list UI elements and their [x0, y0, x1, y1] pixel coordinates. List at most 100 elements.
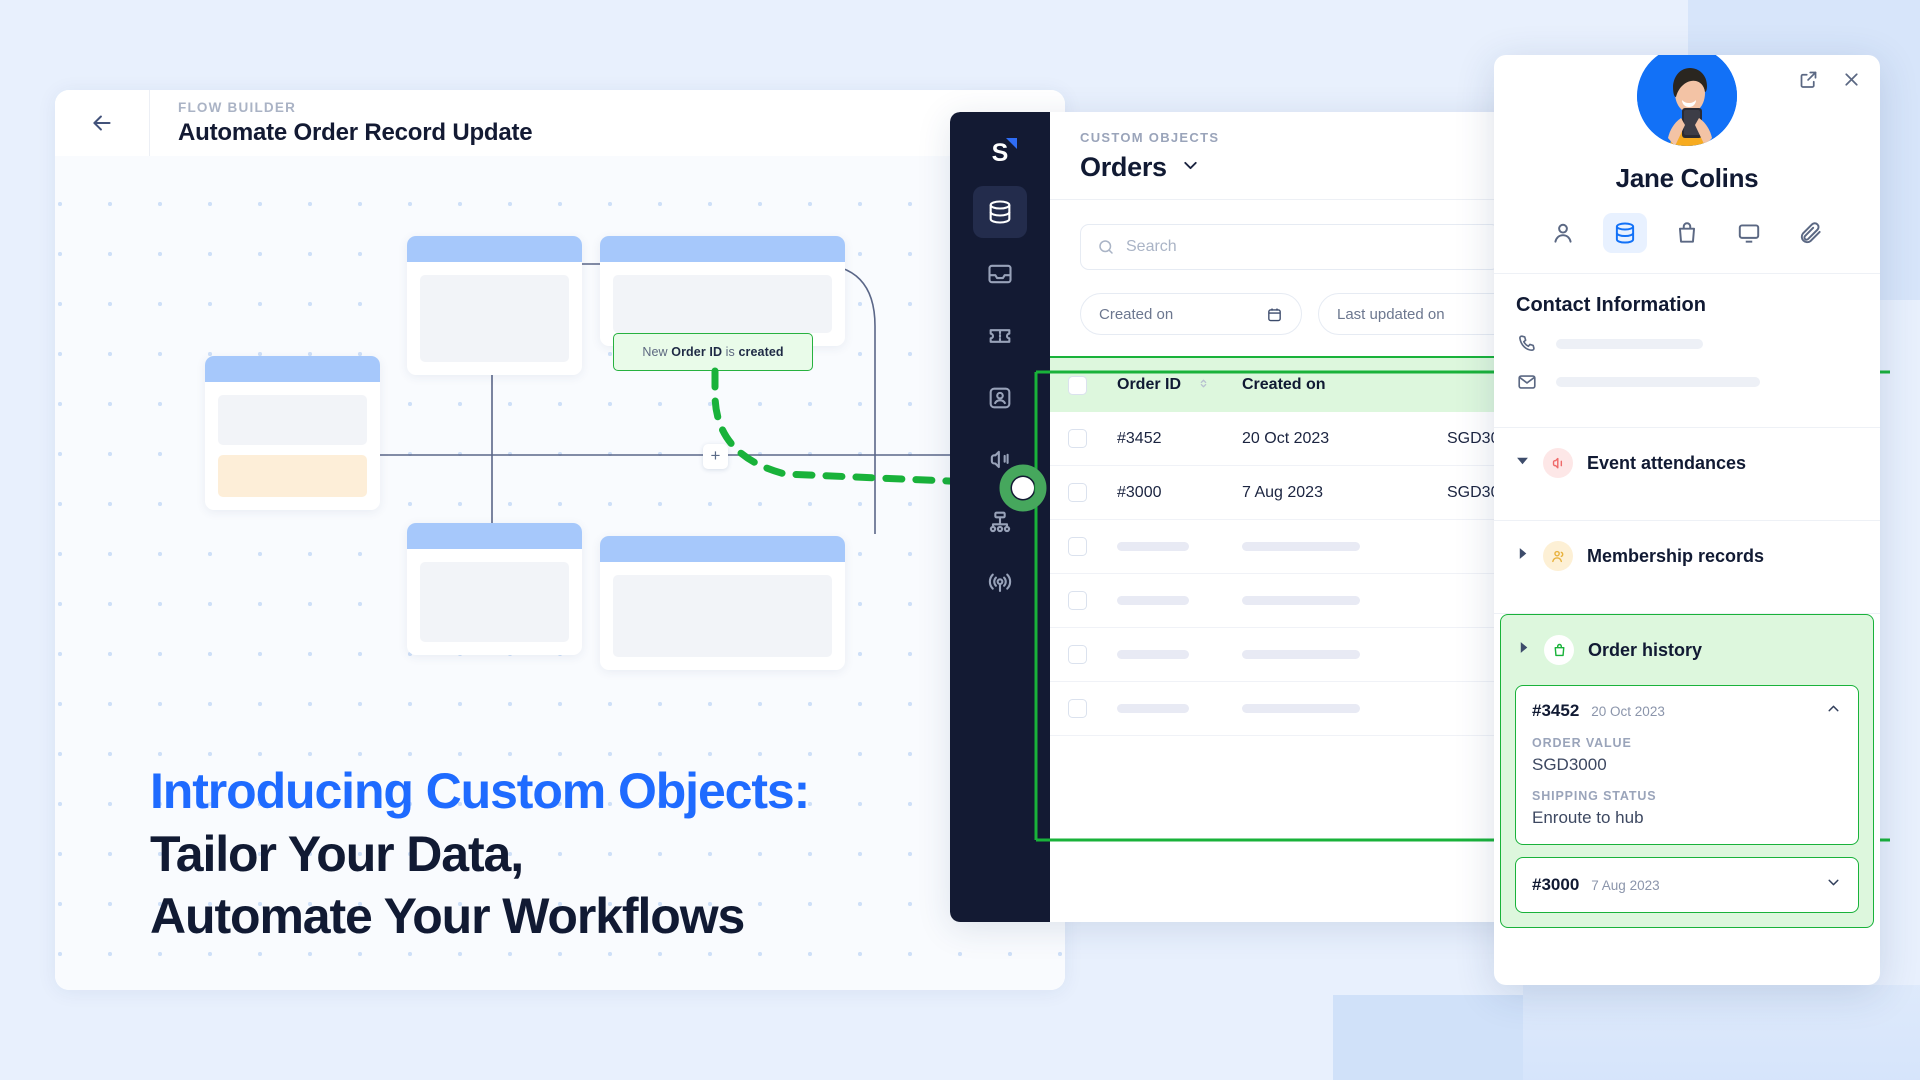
skeleton-bar: [1117, 542, 1189, 551]
email-value-placeholder: [1556, 377, 1760, 387]
contact-information-title: Contact Information: [1516, 294, 1706, 316]
contact-card-icon: [989, 387, 1011, 409]
tab-profile[interactable]: [1541, 213, 1585, 253]
accordion-order-history[interactable]: Order history: [1501, 615, 1873, 685]
chevron-down-icon[interactable]: [1180, 155, 1201, 181]
row-checkbox[interactable]: [1068, 591, 1087, 610]
accordion-label: Event attendances: [1587, 452, 1747, 473]
panel-tabs: [1494, 213, 1880, 274]
order-value-label: ORDER VALUE: [1532, 736, 1632, 750]
row-checkbox[interactable]: [1068, 483, 1087, 502]
sidebar-item-tickets[interactable]: [973, 310, 1027, 362]
contact-panel: Jane Colins Contact Information Event at…: [1494, 55, 1880, 985]
row-checkbox[interactable]: [1068, 699, 1087, 718]
expand-panel-button[interactable]: [1798, 69, 1819, 95]
back-button[interactable]: [55, 90, 150, 156]
flow-builder-eyebrow: FLOW BUILDER: [178, 99, 297, 115]
monitor-icon: [1738, 224, 1760, 243]
select-all-checkbox[interactable]: [1068, 375, 1087, 395]
headline-line-3: Automate Your Workflows: [150, 888, 745, 944]
contact-field-email: [1494, 355, 1880, 393]
flow-builder-header: FLOW BUILDER Automate Order Record Updat…: [55, 90, 1065, 156]
column-label: Created on: [1242, 376, 1326, 393]
object-title: Orders: [1080, 152, 1167, 182]
contact-field-phone: [1494, 317, 1880, 355]
accordion-label: Order history: [1588, 639, 1703, 660]
connector-endpoint-marker[interactable]: [995, 460, 1051, 516]
add-step-button[interactable]: +: [703, 444, 728, 469]
shopping-bag-icon: [1544, 635, 1574, 665]
add-step-label: +: [710, 446, 721, 465]
search-input[interactable]: Search: [1080, 224, 1500, 270]
caret-right-icon[interactable]: [1516, 547, 1529, 565]
logo-triangle-icon: [1006, 138, 1017, 149]
column-header-order-id[interactable]: Order ID: [1087, 376, 1242, 394]
page-headline: Introducing Custom Objects: Tailor Your …: [150, 760, 810, 948]
order-card-id: #3000: [1532, 875, 1580, 894]
app-sidebar: S: [950, 112, 1050, 922]
flow-builder-title: Automate Order Record Update: [178, 118, 533, 146]
close-icon: [1845, 73, 1858, 86]
members-icon: [1543, 541, 1573, 571]
cell-order-id: #3452: [1117, 429, 1162, 447]
envelope-icon: [1518, 375, 1536, 389]
search-icon: [1099, 240, 1113, 254]
chevron-up-icon[interactable]: [1825, 700, 1842, 722]
shipping-status-value: Enroute to hub: [1532, 808, 1644, 827]
database-icon: [1615, 222, 1635, 244]
accordion-event-attendances[interactable]: Event attendances: [1494, 428, 1880, 498]
skeleton-bar: [1242, 542, 1360, 551]
order-card-id: #3452: [1532, 701, 1580, 720]
sidebar-item-custom-objects[interactable]: [973, 186, 1027, 238]
filter-last-updated-on-label: Last updated on: [1337, 305, 1445, 323]
arrow-left-icon: [93, 115, 111, 131]
tab-custom-objects[interactable]: [1603, 213, 1647, 253]
order-card-collapsed[interactable]: #3000 7 Aug 2023: [1515, 857, 1859, 913]
tab-attachments[interactable]: [1789, 213, 1833, 253]
order-card-header[interactable]: #3000 7 Aug 2023: [1532, 874, 1842, 896]
close-panel-button[interactable]: [1841, 69, 1862, 95]
chevron-down-icon[interactable]: [1825, 874, 1842, 896]
tab-orders[interactable]: [1665, 213, 1709, 253]
skeleton-bar: [1117, 650, 1189, 659]
avatar: [1634, 55, 1740, 149]
headline-line-2: Tailor Your Data,: [150, 825, 524, 882]
caret-down-icon[interactable]: [1516, 454, 1529, 472]
column-label: Order ID: [1117, 376, 1182, 393]
accordion-membership-records[interactable]: Membership records: [1494, 521, 1880, 591]
caret-right-icon[interactable]: [1517, 641, 1530, 659]
row-checkbox[interactable]: [1068, 645, 1087, 664]
paperclip-icon: [1800, 222, 1821, 244]
shipping-status-label: SHIPPING STATUS: [1532, 789, 1657, 803]
order-card-header[interactable]: #3452 20 Oct 2023: [1532, 700, 1842, 722]
person-icon: [1554, 223, 1572, 243]
row-checkbox[interactable]: [1068, 537, 1087, 556]
shopping-bag-icon: [1678, 222, 1696, 243]
skeleton-bar: [1117, 596, 1189, 605]
column-header-created-on[interactable]: Created on: [1242, 376, 1447, 394]
sidebar-item-inbox[interactable]: [973, 248, 1027, 300]
megaphone-icon: [1543, 448, 1573, 478]
panel-actions: [1798, 69, 1862, 95]
accordion-label: Membership records: [1587, 545, 1765, 566]
tab-devices[interactable]: [1727, 213, 1771, 253]
row-checkbox[interactable]: [1068, 429, 1087, 448]
flow-builder-card: FLOW BUILDER Automate Order Record Updat…: [55, 90, 1065, 990]
order-history-section: Order history #3452 20 Oct 2023 ORDER VA…: [1500, 614, 1874, 928]
avatar-illustration: [1637, 55, 1737, 146]
sort-icon[interactable]: [1197, 376, 1210, 391]
order-card-date: 7 Aug 2023: [1591, 877, 1660, 893]
inbox-icon: [988, 264, 1012, 284]
headline-line-1: Introducing Custom Objects:: [150, 763, 810, 819]
skeleton-bar: [1242, 596, 1360, 605]
sidebar-item-broadcasts[interactable]: [973, 558, 1027, 610]
app-logo[interactable]: S: [977, 130, 1023, 176]
ticket-icon: [989, 329, 1011, 343]
filter-created-on[interactable]: Created on: [1080, 293, 1302, 335]
database-icon: [989, 200, 1011, 224]
skeleton-bar: [1242, 650, 1360, 659]
contact-name: Jane Colins: [1615, 163, 1759, 193]
sidebar-item-contacts[interactable]: [973, 372, 1027, 424]
order-card-expanded[interactable]: #3452 20 Oct 2023 ORDER VALUE SGD3000 SH…: [1515, 685, 1859, 845]
order-card-date: 20 Oct 2023: [1591, 703, 1665, 719]
